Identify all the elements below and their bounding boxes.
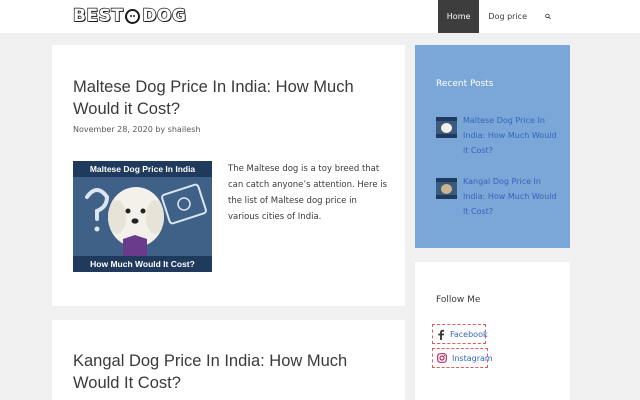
post-excerpt: The Maltese dog is a toy breed that can …	[228, 164, 388, 222]
instagram-link[interactable]: Instagram	[432, 348, 493, 368]
post-title[interactable]: Kangal Dog Price In India: How Much Woul…	[73, 350, 373, 394]
recent-post-link[interactable]: Maltese Dog Price In India: How Much Wou…	[463, 113, 558, 158]
site-header: BEST DOG Home Dog price	[0, 0, 640, 33]
widget-title: Follow Me	[436, 295, 481, 305]
nav-home[interactable]: Home	[437, 0, 480, 33]
recent-post-item[interactable]: Maltese Dog Price In India: How Much Wou…	[436, 113, 558, 158]
site-logo[interactable]: BEST DOG	[72, 5, 187, 27]
main-nav: Home Dog price	[437, 0, 560, 33]
logo-text-dog: DOG	[142, 5, 187, 26]
facebook-link[interactable]: Facebook	[432, 324, 488, 344]
follow-me-widget: Follow Me Facebook Instagram	[415, 262, 570, 400]
post-thumbnail[interactable]: Maltese Dog Price In India How Much Woul…	[73, 161, 212, 272]
search-icon	[545, 13, 551, 20]
instagram-icon	[437, 352, 447, 364]
dog-face-icon	[125, 8, 141, 24]
logo-text-best: BEST	[72, 5, 124, 26]
post-card: Maltese Dog Price In India: How Much Wou…	[52, 45, 405, 306]
recent-post-item[interactable]: Kangal Dog Price In India: How Much Woul…	[436, 174, 558, 219]
recent-post-thumbnail[interactable]	[436, 117, 457, 138]
thumbnail-caption-top: Maltese Dog Price In India	[73, 161, 212, 177]
search-button[interactable]	[536, 0, 560, 33]
nav-dog-price[interactable]: Dog price	[479, 0, 536, 33]
widget-title: Recent Posts	[436, 79, 494, 89]
thumbnail-caption-bottom: How Much Would It Cost?	[73, 256, 212, 272]
post-title[interactable]: Maltese Dog Price In India: How Much Wou…	[73, 76, 373, 120]
post-meta: November 28, 2020 by shailesh	[73, 125, 201, 134]
recent-post-link[interactable]: Kangal Dog Price In India: How Much Woul…	[463, 174, 558, 219]
social-label: Instagram	[452, 353, 493, 363]
recent-post-thumbnail[interactable]	[436, 178, 457, 199]
recent-posts-widget: Recent Posts Maltese Dog Price In India:…	[415, 45, 570, 248]
facebook-icon	[437, 328, 445, 340]
post-card: Kangal Dog Price In India: How Much Woul…	[52, 320, 405, 400]
maltese-dog-image	[73, 177, 212, 256]
social-label: Facebook	[450, 329, 488, 339]
